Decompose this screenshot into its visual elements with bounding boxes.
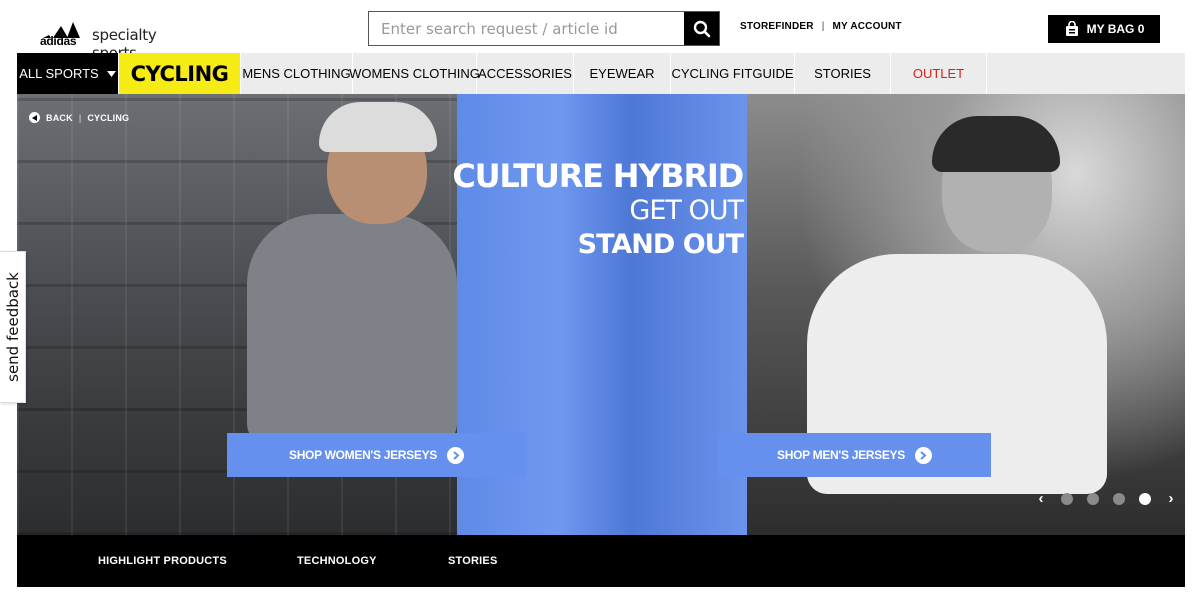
chevron-left-icon[interactable]: ‹ bbox=[1035, 490, 1047, 507]
search-bar bbox=[368, 11, 720, 46]
nav-current-sport[interactable]: CYCLING bbox=[119, 53, 241, 94]
breadcrumb-separator: | bbox=[78, 112, 82, 123]
my-bag-label: MY BAG 0 bbox=[1086, 22, 1145, 36]
shop-mens-jerseys-button[interactable]: SHOP MEN'S JERSEYS bbox=[718, 433, 991, 477]
shopping-bag-icon bbox=[1065, 21, 1078, 36]
headline-line-3: STAND OUT bbox=[577, 229, 744, 260]
carousel-controls: ‹ › bbox=[1035, 490, 1177, 507]
tab-technology[interactable]: TECHNOLOGY bbox=[297, 535, 377, 587]
tab-stories[interactable]: STORIES bbox=[448, 535, 498, 587]
breadcrumb-back-link[interactable]: BACK bbox=[46, 113, 73, 123]
headline-line-2: GET OUT bbox=[629, 195, 744, 226]
my-account-link[interactable]: MY ACCOUNT bbox=[833, 21, 902, 32]
chevron-right-icon[interactable]: › bbox=[1165, 490, 1177, 507]
search-input[interactable] bbox=[369, 12, 684, 45]
carousel-dot[interactable] bbox=[1087, 492, 1099, 505]
shop-womens-jerseys-label: SHOP WOMEN'S JERSEYS bbox=[288, 448, 437, 462]
main-navigation: ALL SPORTS CYCLING MENS CLOTHING WOMENS … bbox=[17, 53, 1185, 94]
nav-item-eyewear[interactable]: EYEWEAR bbox=[574, 53, 671, 94]
nav-all-sports-label: ALL SPORTS bbox=[19, 66, 99, 81]
storefinder-link[interactable]: STOREFINDER bbox=[740, 21, 814, 32]
breadcrumb: BACK | CYCLING bbox=[29, 112, 129, 123]
my-bag-button[interactable]: MY BAG 0 bbox=[1048, 15, 1160, 43]
nav-item-mens-clothing[interactable]: MENS CLOTHING bbox=[241, 53, 353, 94]
section-tabs: HIGHLIGHT PRODUCTS TECHNOLOGY STORIES bbox=[17, 535, 1185, 587]
shop-womens-jerseys-button[interactable]: SHOP WOMEN'S JERSEYS bbox=[227, 433, 526, 477]
nav-item-accessories[interactable]: ACCESSORIES bbox=[477, 53, 574, 94]
nav-item-stories[interactable]: STORIES bbox=[795, 53, 891, 94]
caret-down-icon bbox=[106, 70, 116, 77]
breadcrumb-current[interactable]: CYCLING bbox=[87, 113, 129, 123]
carousel-dot[interactable] bbox=[1113, 492, 1125, 505]
search-button[interactable] bbox=[684, 12, 719, 45]
search-icon bbox=[693, 20, 710, 37]
utility-links: STOREFINDER | MY ACCOUNT bbox=[740, 21, 902, 32]
shop-mens-jerseys-label: SHOP MEN'S JERSEYS bbox=[777, 448, 905, 462]
nav-item-womens-clothing[interactable]: WOMENS CLOTHING bbox=[349, 53, 480, 94]
cyclist-man-helmet bbox=[932, 116, 1060, 172]
utility-links-separator: | bbox=[821, 21, 825, 32]
tab-highlight-products[interactable]: HIGHLIGHT PRODUCTS bbox=[98, 535, 227, 587]
arrow-right-circle-icon bbox=[914, 446, 932, 464]
nav-item-outlet[interactable]: OUTLET bbox=[891, 53, 987, 94]
cyclist-woman-helmet bbox=[319, 102, 437, 152]
arrow-right-circle-icon bbox=[447, 446, 464, 464]
carousel-dot[interactable] bbox=[1061, 492, 1073, 505]
back-arrow-icon[interactable] bbox=[29, 112, 40, 123]
hero-headline: CULTURE HYBRID GET OUT STAND OUT bbox=[452, 157, 744, 262]
adidas-logo[interactable]: adidas specialty sports bbox=[40, 12, 200, 62]
cyclist-woman-torso bbox=[247, 214, 457, 444]
nav-all-sports[interactable]: ALL SPORTS bbox=[17, 53, 119, 94]
nav-item-cycling-fitguide[interactable]: CYCLING FITGUIDE bbox=[671, 53, 795, 94]
brand-name: adidas bbox=[40, 34, 77, 48]
carousel-dot-active[interactable] bbox=[1139, 492, 1151, 505]
send-feedback-tab[interactable]: send feedback bbox=[0, 251, 26, 403]
hero-banner: BACK | CYCLING CULTURE HYBRID GET OUT ST… bbox=[17, 94, 1185, 535]
send-feedback-label: send feedback bbox=[3, 272, 22, 382]
headline-line-1: CULTURE HYBRID bbox=[452, 157, 744, 195]
